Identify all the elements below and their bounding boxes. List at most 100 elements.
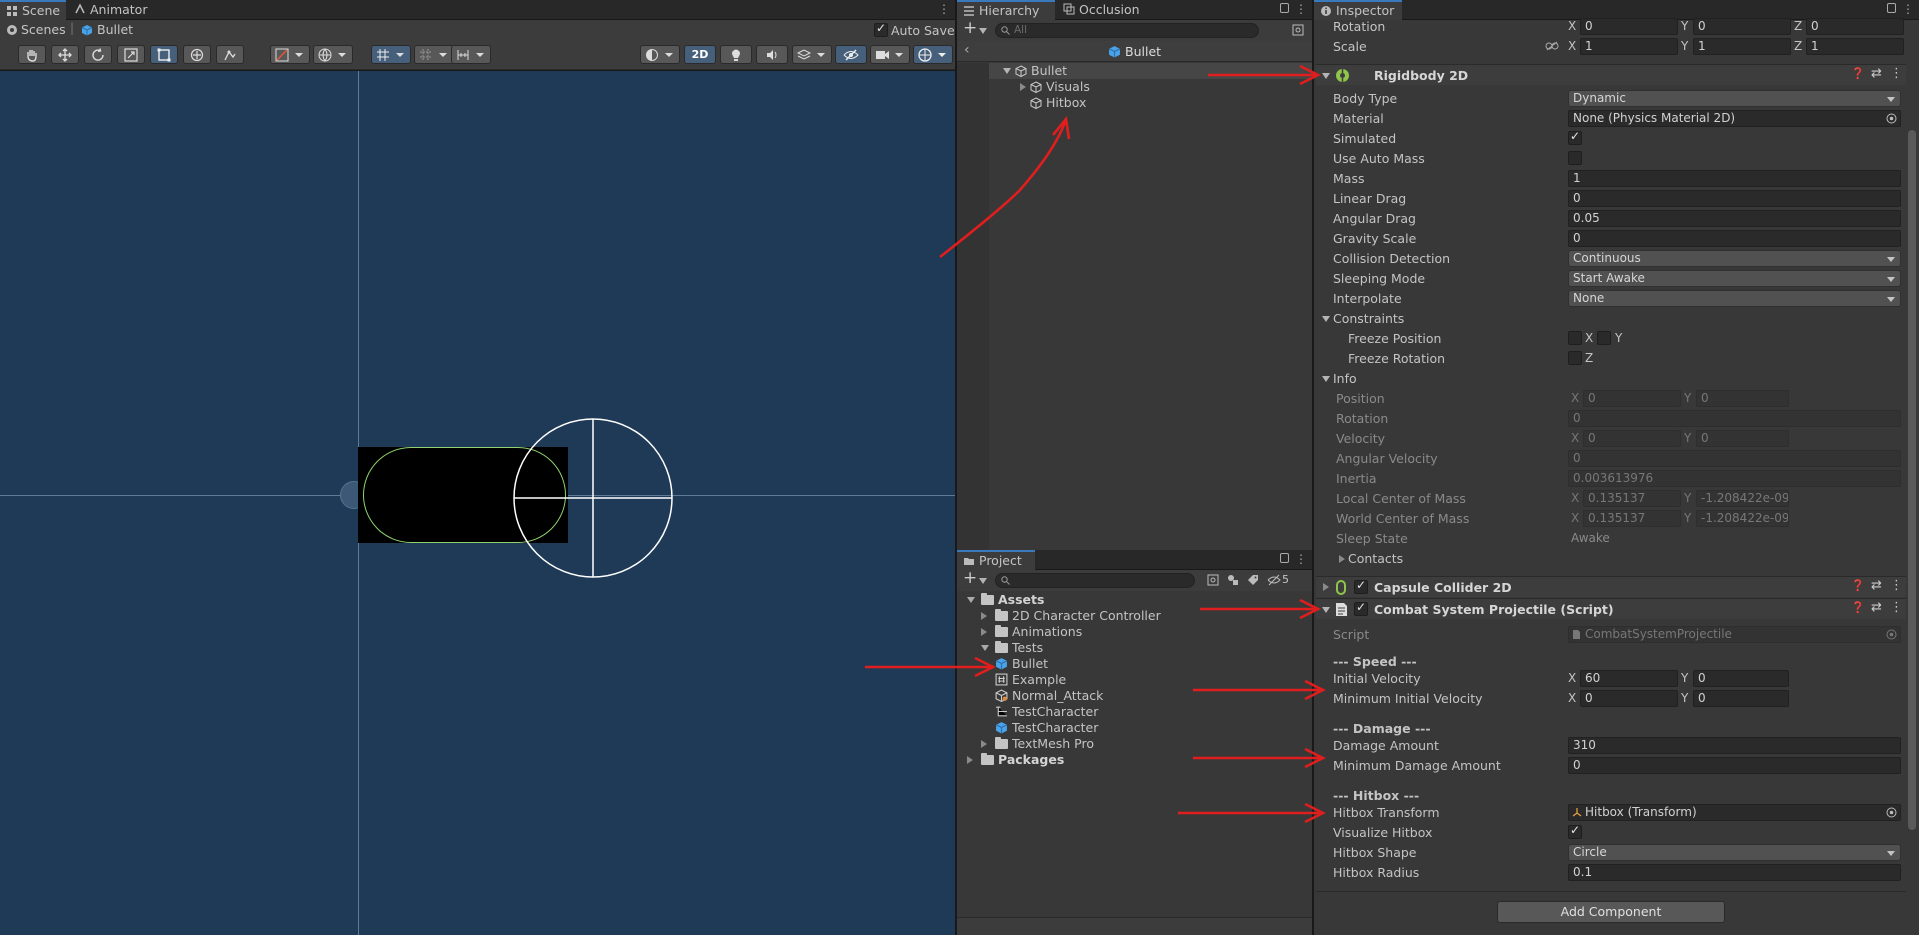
min-initial-velocity-x-field[interactable]: 0: [1580, 690, 1678, 707]
axis-y-label[interactable]: Y: [1681, 691, 1688, 705]
search-by-type-icon[interactable]: [1207, 574, 1219, 586]
sleeping-mode-dropdown[interactable]: Start Awake: [1568, 270, 1901, 287]
use-auto-mass-checkbox[interactable]: [1568, 151, 1582, 165]
lighting-button[interactable]: [720, 45, 752, 64]
hitbox-transform-field[interactable]: Hitbox (Transform): [1568, 804, 1901, 821]
scale-y-field[interactable]: 1: [1693, 38, 1791, 55]
tab-scene[interactable]: Scene: [0, 0, 66, 20]
breadcrumb-root[interactable]: Scenes: [21, 22, 66, 37]
hierarchy-row-visuals[interactable]: Visuals: [989, 79, 1312, 95]
axis-z-label[interactable]: Z: [1794, 39, 1802, 53]
axis-x-label[interactable]: X: [1568, 19, 1576, 33]
scale-x-field[interactable]: 1: [1580, 38, 1678, 55]
scale-tool-button[interactable]: [117, 45, 145, 64]
rotation-x-field[interactable]: 0: [1580, 18, 1678, 35]
constraints-fold-icon[interactable]: [1322, 316, 1330, 322]
freeze-position-y-checkbox[interactable]: [1597, 331, 1611, 345]
inspector-scrollbar[interactable]: [1908, 130, 1916, 830]
grid-visibility-button[interactable]: [414, 45, 454, 64]
hidden-packages-icon[interactable]: [1267, 574, 1281, 586]
breadcrumb-item[interactable]: Bullet: [97, 22, 133, 37]
capsule-collider-enabled-checkbox[interactable]: [1354, 578, 1368, 594]
inspector-lock-icon[interactable]: [1887, 3, 1896, 13]
help-icon[interactable]: ❓: [1851, 601, 1865, 614]
preset-icon[interactable]: ⇄: [1871, 66, 1882, 81]
info-fold-icon[interactable]: [1322, 376, 1330, 382]
increment-snap-button[interactable]: [451, 45, 491, 64]
combat-projectile-enabled-checkbox[interactable]: [1354, 600, 1368, 616]
min-initial-velocity-y-field[interactable]: 0: [1693, 690, 1789, 707]
project-lock-icon[interactable]: [1280, 553, 1289, 563]
preset-icon[interactable]: ⇄: [1871, 578, 1882, 593]
component-fold-icon[interactable]: [1323, 583, 1329, 591]
search-filter-icon[interactable]: [1292, 24, 1304, 36]
tab-occlusion[interactable]: Occlusion: [1057, 0, 1148, 20]
camera-button[interactable]: [870, 45, 910, 64]
initial-velocity-x-field[interactable]: 60: [1580, 670, 1678, 687]
component-menu-icon[interactable]: ⋮: [1890, 600, 1903, 615]
tab-animator[interactable]: Animator: [68, 0, 155, 20]
scene-menu-icon[interactable]: ⋮: [938, 2, 950, 16]
gizmo-pivot-button[interactable]: [270, 45, 310, 64]
scene-viewport[interactable]: [0, 71, 955, 935]
gravity-scale-field[interactable]: 0: [1568, 230, 1901, 247]
hand-tool-button[interactable]: [18, 45, 46, 64]
combat-projectile-header[interactable]: Combat System Projectile (Script) ❓ ⇄ ⋮: [1316, 598, 1906, 619]
axis-z-label[interactable]: Z: [1794, 19, 1802, 33]
rect-tool-button[interactable]: [150, 45, 178, 64]
custom-tool-button[interactable]: [216, 45, 244, 64]
simulated-checkbox[interactable]: [1568, 129, 1582, 145]
rotation-z-field[interactable]: 0: [1806, 18, 1904, 35]
hidden-objects-button[interactable]: [835, 45, 867, 64]
angular-drag-field[interactable]: 0.05: [1568, 210, 1901, 227]
collapse-arrow-icon[interactable]: [1020, 83, 1026, 91]
collision-detection-dropdown[interactable]: Continuous: [1568, 250, 1901, 267]
component-fold-icon[interactable]: [1322, 607, 1330, 613]
global-local-button[interactable]: [313, 45, 353, 64]
rigidbody-2d-header[interactable]: Rigidbody 2D ❓ ⇄ ⋮: [1316, 64, 1906, 85]
info-label[interactable]: Info: [1333, 371, 1357, 386]
project-add-dropdown-icon[interactable]: [979, 578, 987, 584]
back-arrow-icon[interactable]: ‹: [964, 42, 970, 58]
material-field[interactable]: None (Physics Material 2D): [1568, 110, 1901, 127]
capsule-collider-header[interactable]: Capsule Collider 2D ❓ ⇄ ⋮: [1316, 576, 1906, 597]
hierarchy-add-dropdown-icon[interactable]: [979, 28, 987, 34]
collapse-arrow-icon[interactable]: [981, 740, 987, 748]
interpolate-dropdown[interactable]: None: [1568, 290, 1901, 307]
rotation-y-field[interactable]: 0: [1693, 18, 1791, 35]
project-search-input[interactable]: [995, 573, 1195, 588]
axis-x-label[interactable]: X: [1568, 671, 1576, 685]
collapse-arrow-icon[interactable]: [967, 756, 973, 764]
axis-y-label[interactable]: Y: [1681, 39, 1688, 53]
freeze-position-x-checkbox[interactable]: [1568, 331, 1582, 345]
gizmos-button[interactable]: [913, 45, 953, 64]
grid-snap-button[interactable]: [371, 45, 411, 64]
rotate-tool-button[interactable]: [84, 45, 112, 64]
project-add-icon[interactable]: +: [963, 568, 977, 588]
filter-type-icon[interactable]: [1227, 574, 1239, 586]
hierarchy-row-hitbox[interactable]: Hitbox: [989, 95, 1312, 111]
label-tag-icon[interactable]: [1247, 574, 1259, 586]
visualize-hitbox-checkbox[interactable]: [1568, 823, 1582, 839]
tab-hierarchy[interactable]: Hierarchy: [957, 0, 1055, 20]
help-icon[interactable]: ❓: [1851, 579, 1865, 592]
contacts-fold-icon[interactable]: [1339, 555, 1345, 563]
auto-save-checkbox[interactable]: [874, 21, 888, 37]
hierarchy-menu-icon[interactable]: ⋮: [1295, 2, 1307, 16]
freeze-rotation-z-checkbox[interactable]: [1568, 351, 1582, 365]
move-tool-button[interactable]: [51, 45, 79, 64]
2d-mode-button[interactable]: 2D: [684, 45, 716, 64]
axis-x-label[interactable]: X: [1568, 39, 1576, 53]
help-icon[interactable]: ❓: [1851, 67, 1865, 80]
inspector-menu-icon[interactable]: ⋮: [1902, 2, 1914, 16]
component-menu-icon[interactable]: ⋮: [1890, 66, 1903, 81]
expand-arrow-icon[interactable]: [1003, 68, 1011, 74]
hierarchy-row-bullet[interactable]: Bullet: [989, 63, 1312, 79]
object-picker-icon[interactable]: [1886, 113, 1897, 124]
initial-velocity-y-field[interactable]: 0: [1693, 670, 1789, 687]
body-type-dropdown[interactable]: Dynamic: [1568, 90, 1901, 107]
constraints-label[interactable]: Constraints: [1333, 311, 1404, 326]
axis-y-label[interactable]: Y: [1681, 19, 1688, 33]
collapse-arrow-icon[interactable]: [981, 612, 987, 620]
constrain-proportions-icon[interactable]: [1545, 41, 1559, 51]
